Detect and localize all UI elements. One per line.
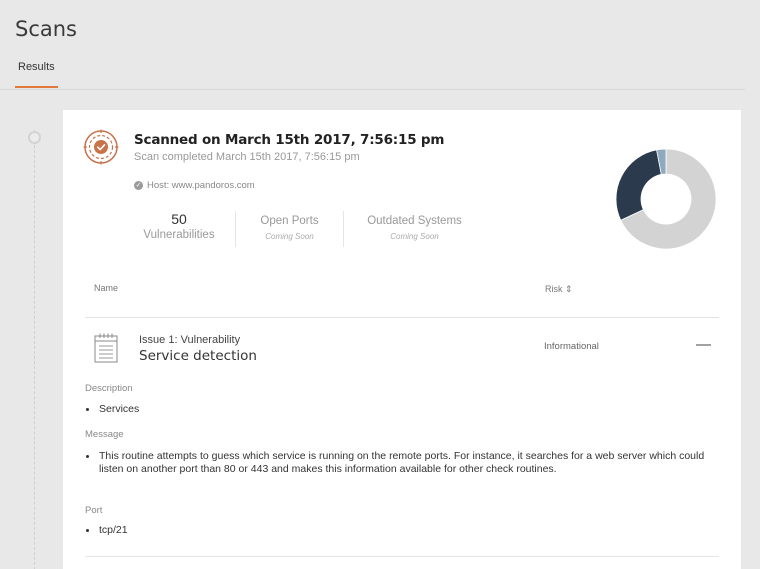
stat-sub: Coming Soon <box>390 232 439 241</box>
host-row: ✓ Host: www.pandoros.com <box>134 180 255 191</box>
port-label: Port <box>85 505 103 516</box>
stat-sub: Coming Soon <box>265 232 314 241</box>
scan-title: Scanned on March 15th 2017, 7:56:15 pm <box>134 132 445 148</box>
stat-vulnerabilities[interactable]: 50 Vulnerabilities <box>123 211 235 241</box>
divider <box>85 556 719 557</box>
message-label: Message <box>85 429 124 440</box>
issue-prefix: Issue 1: Vulnerability <box>139 334 241 346</box>
collapse-button[interactable]: — <box>696 336 711 354</box>
column-name-header: Name <box>94 283 119 293</box>
issue-risk: Informational <box>544 341 599 352</box>
list-item: tcp/21 <box>85 524 705 537</box>
stat-outdated-systems: Outdated Systems Coming Soon <box>343 211 485 247</box>
check-circle-icon: ✓ <box>134 181 143 190</box>
description-label: Description <box>85 383 133 394</box>
target-icon <box>83 129 119 165</box>
list-item: This routine attempts to guess which ser… <box>85 450 705 475</box>
document-icon <box>94 333 118 363</box>
stat-label: Open Ports <box>260 215 319 227</box>
stat-label: Vulnerabilities <box>143 229 215 241</box>
timeline-dot <box>28 131 41 144</box>
stat-label: Outdated Systems <box>367 215 462 227</box>
risk-donut-chart <box>615 148 717 250</box>
table-header: Name Risk ⇕ <box>85 275 719 318</box>
donut-slice-1 <box>615 149 662 221</box>
column-risk-header[interactable]: Risk ⇕ <box>545 284 573 295</box>
tab-bar: Results <box>0 56 745 90</box>
stat-open-ports: Open Ports Coming Soon <box>235 211 343 247</box>
timeline-line <box>34 130 35 569</box>
issue-name: Service detection <box>139 348 257 364</box>
page-title: Scans <box>15 17 77 41</box>
host-text: Host: www.pandoros.com <box>147 180 255 191</box>
tab-results[interactable]: Results <box>15 56 58 88</box>
stat-value: 50 <box>171 211 187 227</box>
list-item: Services <box>85 403 705 416</box>
scan-completed-text: Scan completed March 15th 2017, 7:56:15 … <box>134 151 360 163</box>
scan-card: Scanned on March 15th 2017, 7:56:15 pm S… <box>63 110 741 569</box>
